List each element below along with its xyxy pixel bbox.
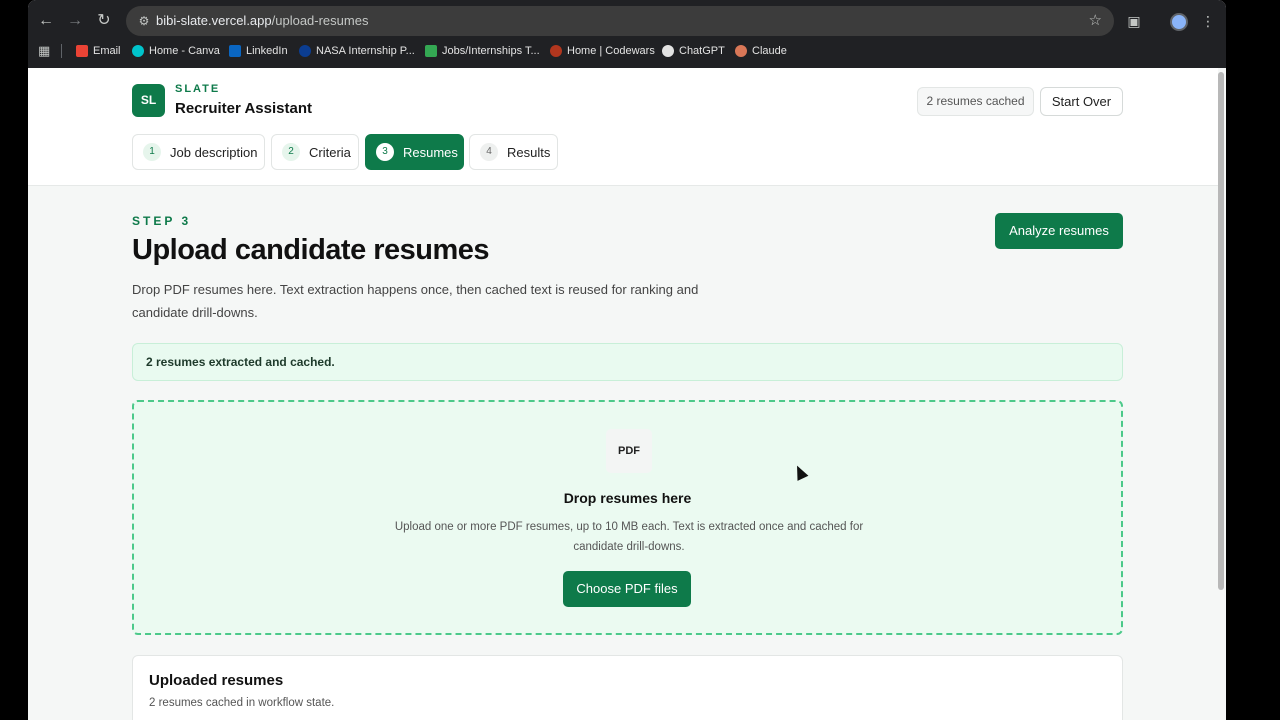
bookmark-label: Home - Canva bbox=[149, 45, 220, 57]
step-number: 4 bbox=[480, 143, 498, 161]
cast-icon[interactable]: ▣ bbox=[1122, 9, 1146, 33]
bookmarks-separator bbox=[61, 44, 62, 58]
step-label: Criteria bbox=[309, 144, 351, 160]
cached-count-badge: 2 resumes cached bbox=[917, 87, 1034, 116]
step-label: Results bbox=[507, 144, 551, 160]
browser-toolbar: ← → ↻ ⚙ bibi-slate.vercel.app/upload-res… bbox=[28, 0, 1226, 68]
step-tab-results[interactable]: 4 Results bbox=[469, 134, 558, 170]
codewars-icon bbox=[550, 45, 562, 57]
sheets-icon bbox=[425, 45, 437, 57]
bookmark-label: NASA Internship P... bbox=[316, 45, 415, 57]
step-number: 3 bbox=[376, 143, 394, 161]
page-scrollbar[interactable] bbox=[1218, 72, 1224, 590]
bookmark-label: Home | Codewars bbox=[567, 45, 655, 57]
step-label: Job description bbox=[170, 144, 258, 160]
url-text[interactable]: bibi-slate.vercel.app/upload-resumes bbox=[156, 13, 368, 28]
bookmark-linkedin[interactable]: LinkedIn bbox=[229, 43, 288, 59]
reload-icon[interactable]: ↻ bbox=[92, 9, 116, 33]
canva-icon bbox=[132, 45, 144, 57]
bookmark-label: Jobs/Internships T... bbox=[442, 45, 540, 57]
bookmark-chatgpt[interactable]: ChatGPT bbox=[662, 43, 725, 59]
success-banner: 2 resumes extracted and cached. bbox=[132, 343, 1123, 381]
resume-dropzone[interactable]: PDF Drop resumes here Upload one or more… bbox=[132, 400, 1123, 635]
bookmark-star-icon[interactable]: ☆ bbox=[1089, 11, 1102, 29]
nasa-icon bbox=[299, 45, 311, 57]
bookmark-label: Claude bbox=[752, 45, 787, 57]
address-bar[interactable]: ⚙ bibi-slate.vercel.app/upload-resumes ☆ bbox=[126, 6, 1114, 36]
bookmark-label: ChatGPT bbox=[679, 45, 725, 57]
bookmark-jobs[interactable]: Jobs/Internships T... bbox=[425, 43, 540, 59]
choose-pdf-files-button[interactable]: Choose PDF files bbox=[563, 571, 691, 607]
step-indicator: STEP 3 bbox=[132, 214, 192, 228]
app-logo: SL bbox=[132, 84, 165, 117]
chatgpt-icon bbox=[662, 45, 674, 57]
gmail-icon bbox=[76, 45, 88, 57]
back-icon[interactable]: ← bbox=[34, 9, 58, 33]
page-content: SL SLATE Recruiter Assistant 2 resumes c… bbox=[28, 68, 1226, 720]
uploaded-resumes-card: Uploaded resumes 2 resumes cached in wor… bbox=[132, 655, 1123, 720]
omnibar-row: ← → ↻ ⚙ bibi-slate.vercel.app/upload-res… bbox=[28, 6, 1226, 36]
app-header: SL SLATE Recruiter Assistant 2 resumes c… bbox=[28, 68, 1218, 186]
pdf-file-icon: PDF bbox=[606, 429, 652, 473]
dropzone-title: Drop resumes here bbox=[563, 490, 692, 506]
claude-icon bbox=[735, 45, 747, 57]
apps-icon[interactable]: ▦ bbox=[38, 43, 50, 59]
uploaded-resumes-title: Uploaded resumes bbox=[149, 672, 284, 689]
url-host: bibi-slate.vercel.app bbox=[156, 13, 272, 28]
bookmarks-bar: ▦ Email Home - Canva LinkedIn NASA Inter… bbox=[28, 40, 1226, 62]
more-menu-icon[interactable]: ⋮ bbox=[1196, 9, 1220, 33]
step-tab-criteria[interactable]: 2 Criteria bbox=[271, 134, 359, 170]
step-tab-job-description[interactable]: 1 Job description bbox=[132, 134, 265, 170]
bookmark-email[interactable]: Email bbox=[76, 43, 121, 59]
step-number: 1 bbox=[143, 143, 161, 161]
uploaded-resumes-subtitle: 2 resumes cached in workflow state. bbox=[149, 697, 335, 709]
start-over-button[interactable]: Start Over bbox=[1040, 87, 1123, 116]
bookmark-codewars[interactable]: Home | Codewars bbox=[550, 43, 655, 59]
step-label: Resumes bbox=[403, 144, 458, 160]
bookmark-claude[interactable]: Claude bbox=[735, 43, 787, 59]
page-title: Upload candidate resumes bbox=[132, 234, 490, 266]
profile-avatar[interactable] bbox=[1170, 13, 1188, 31]
step-number: 2 bbox=[282, 143, 300, 161]
forward-icon[interactable]: → bbox=[63, 9, 87, 33]
linkedin-icon bbox=[229, 45, 241, 57]
brand-title: Recruiter Assistant bbox=[175, 100, 312, 117]
site-settings-icon[interactable]: ⚙ bbox=[136, 13, 152, 29]
step-tab-resumes[interactable]: 3 Resumes bbox=[365, 134, 464, 170]
bookmark-label: LinkedIn bbox=[246, 45, 288, 57]
page-description: Drop PDF resumes here. Text extraction h… bbox=[132, 282, 699, 320]
url-path: /upload-resumes bbox=[271, 13, 369, 28]
brand-name: SLATE bbox=[175, 83, 221, 95]
browser-window: ← → ↻ ⚙ bibi-slate.vercel.app/upload-res… bbox=[28, 0, 1226, 720]
analyze-resumes-button[interactable]: Analyze resumes bbox=[995, 213, 1123, 249]
bookmark-label: Email bbox=[93, 45, 121, 57]
bookmark-nasa[interactable]: NASA Internship P... bbox=[299, 43, 415, 59]
bookmark-canva[interactable]: Home - Canva bbox=[132, 43, 220, 59]
dropzone-help-text: Upload one or more PDF resumes, up to 10… bbox=[394, 521, 864, 553]
